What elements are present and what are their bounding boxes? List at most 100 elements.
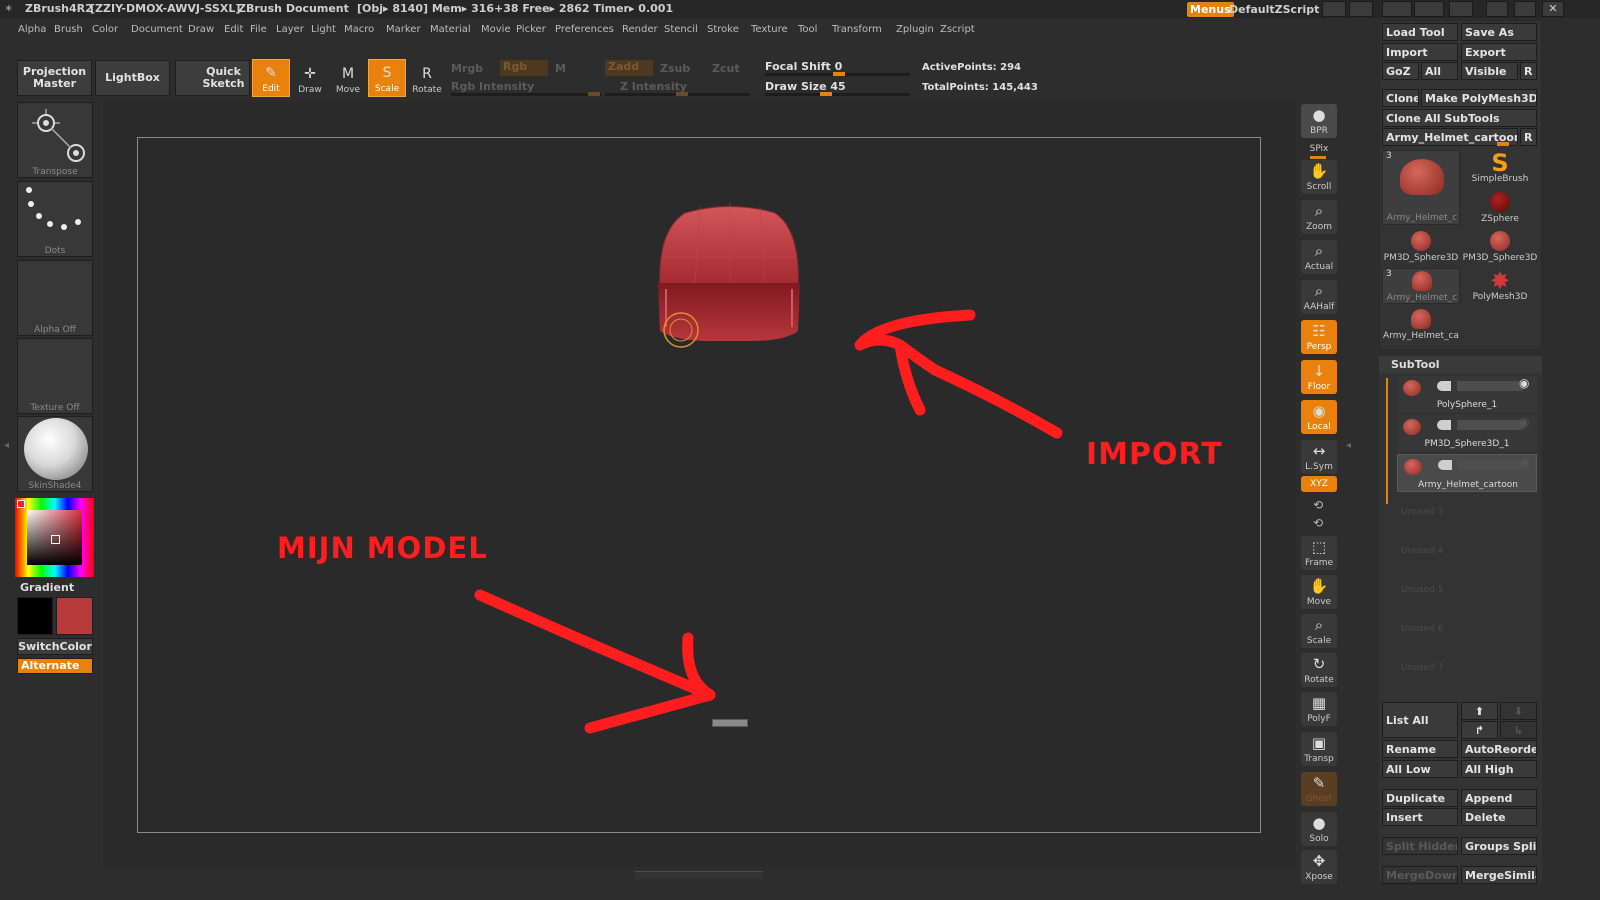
- alternate-button[interactable]: Alternate: [17, 658, 93, 674]
- subtool-toggles[interactable]: [1437, 420, 1525, 430]
- all-high-button[interactable]: All High: [1461, 760, 1537, 778]
- tool-thumb-army-helmet-ca-7[interactable]: Army_Helmet_ca: [1382, 307, 1460, 343]
- menu-stroke[interactable]: Stroke: [707, 24, 739, 35]
- menu-stencil[interactable]: Stencil: [664, 24, 698, 35]
- clone-all-subtools-button[interactable]: Clone All SubTools: [1382, 109, 1537, 127]
- make-polymesh-button[interactable]: Make PolyMesh3D: [1421, 89, 1537, 107]
- merge-down-button[interactable]: MergeDown: [1382, 866, 1458, 884]
- menu-zscript[interactable]: Zscript: [940, 24, 975, 35]
- menu-render[interactable]: Render: [622, 24, 658, 35]
- right-collapse-arrow-icon[interactable]: ◂: [1346, 440, 1354, 470]
- edit-tool-button[interactable]: ✎ Edit: [252, 59, 290, 97]
- layout-toggle-2-icon[interactable]: [1349, 1, 1373, 17]
- unused-subtool-slot[interactable]: Unused 7: [1401, 663, 1444, 673]
- tool-thumb-polymesh3d-6[interactable]: ✸ PolyMesh3D: [1461, 268, 1539, 304]
- menu-tool[interactable]: Tool: [798, 24, 817, 35]
- menu-light[interactable]: Light: [311, 24, 336, 35]
- auto-reorder-button[interactable]: AutoReorder: [1461, 740, 1537, 758]
- stroke-slot[interactable]: Dots: [17, 181, 93, 257]
- subtool-toggles[interactable]: [1438, 460, 1526, 470]
- scale-button[interactable]: ⌕ Scale: [1301, 614, 1337, 648]
- insert-button[interactable]: Insert: [1382, 808, 1458, 826]
- reorder-down-button[interactable]: ↳: [1500, 721, 1537, 739]
- menus-button[interactable]: Menus: [1187, 2, 1234, 17]
- switch-color-button[interactable]: SwitchColor: [17, 638, 93, 655]
- maximize-icon[interactable]: [1514, 1, 1536, 17]
- visibility-eye-icon[interactable]: ◉: [1519, 415, 1529, 429]
- bottom-scroll-handle[interactable]: [635, 871, 763, 879]
- rotate-axis-2-icon[interactable]: ⟲: [1313, 516, 1323, 530]
- menu-movie[interactable]: Movie: [481, 24, 511, 35]
- subtool-toggles[interactable]: [1437, 381, 1525, 391]
- persp-button[interactable]: ☷ Persp: [1301, 320, 1337, 354]
- ghost-button[interactable]: ✎ Ghost: [1301, 772, 1337, 806]
- r-button[interactable]: R: [1520, 62, 1537, 80]
- unused-subtool-slot[interactable]: Unused 3: [1401, 507, 1444, 517]
- xpose-button[interactable]: ✥ Xpose: [1301, 850, 1337, 884]
- secondary-color-swatch[interactable]: [17, 597, 53, 635]
- menu-draw[interactable]: Draw: [188, 24, 214, 35]
- menu-preferences[interactable]: Preferences: [555, 24, 614, 35]
- duplicate-button[interactable]: Duplicate: [1382, 789, 1458, 807]
- move-up-button[interactable]: ⬆: [1461, 702, 1498, 720]
- menu-picker[interactable]: Picker: [516, 24, 546, 35]
- load-tool-button[interactable]: Load Tool: [1382, 23, 1458, 41]
- tool-thumb-pm3d-sphere3d-4[interactable]: PM3D_Sphere3D: [1461, 229, 1539, 265]
- lock-icon[interactable]: [1449, 1, 1473, 17]
- subtool-item[interactable]: ◉ Army_Helmet_cartoon: [1397, 454, 1537, 492]
- menu-marker[interactable]: Marker: [386, 24, 421, 35]
- visibility-eye-icon[interactable]: ◉: [1519, 376, 1529, 390]
- delete-button[interactable]: Delete: [1461, 808, 1537, 826]
- projection-master-button[interactable]: Projection Master: [17, 60, 92, 96]
- move-tool-button[interactable]: M Move: [329, 59, 367, 97]
- menu-zplugin[interactable]: Zplugin: [896, 24, 934, 35]
- local-button[interactable]: ◉ Local: [1301, 400, 1337, 434]
- l-sym-button[interactable]: ↔ L.Sym: [1301, 440, 1337, 474]
- menu-color[interactable]: Color: [92, 24, 118, 35]
- menu-texture[interactable]: Texture: [751, 24, 788, 35]
- move-down-button[interactable]: ⬇: [1500, 702, 1537, 720]
- frame-button[interactable]: ⬚ Frame: [1301, 536, 1337, 570]
- all-button[interactable]: All: [1421, 62, 1458, 80]
- export-button[interactable]: Export: [1461, 43, 1537, 61]
- swap-ui-2-icon[interactable]: [1414, 1, 1444, 17]
- draw-size-slider[interactable]: Draw Size 45: [765, 80, 846, 93]
- m-button[interactable]: M: [555, 62, 566, 75]
- import-button[interactable]: Import: [1382, 43, 1458, 61]
- scale-tool-button[interactable]: S Scale: [368, 59, 406, 97]
- goz-button[interactable]: GoZ: [1382, 62, 1419, 80]
- draw-tool-button[interactable]: ✛ Draw: [291, 59, 329, 97]
- transp-button[interactable]: ▣ Transp: [1301, 732, 1337, 766]
- append-button[interactable]: Append: [1461, 789, 1537, 807]
- rgb-button[interactable]: Rgb: [500, 60, 548, 76]
- lightbox-button[interactable]: LightBox: [95, 60, 170, 96]
- quick-sketch-button[interactable]: Quick Sketch: [175, 60, 250, 96]
- zoom-button[interactable]: ⌕ Zoom: [1301, 200, 1337, 234]
- groups-split-button[interactable]: Groups Split: [1461, 837, 1537, 855]
- gradient-label[interactable]: Gradient: [20, 581, 74, 594]
- menu-file[interactable]: File: [250, 24, 267, 35]
- current-tool-r-button[interactable]: R: [1520, 128, 1537, 146]
- color-picker[interactable]: [15, 498, 94, 577]
- swap-ui-icon[interactable]: [1382, 1, 1412, 17]
- tool-thumb-army-helmet-c-0[interactable]: Army_Helmet_c 3: [1382, 150, 1460, 225]
- zsub-button[interactable]: Zsub: [660, 62, 690, 75]
- scroll-button[interactable]: ✋ Scroll: [1301, 160, 1337, 194]
- xyz-button[interactable]: XYZ: [1301, 476, 1337, 492]
- save-as-button[interactable]: Save As: [1461, 23, 1537, 41]
- actual-button[interactable]: ⌕ Actual: [1301, 240, 1337, 274]
- tool-thumb-pm3d-sphere3d-3[interactable]: PM3D_Sphere3D: [1382, 229, 1460, 265]
- clone-button[interactable]: Clone: [1382, 89, 1419, 107]
- list-all-button[interactable]: List All: [1382, 702, 1458, 738]
- subtool-item[interactable]: ◉ PM3D_Sphere3D_1: [1397, 415, 1537, 451]
- aahalf-button[interactable]: ⌕ AAHalf: [1301, 280, 1337, 314]
- zcut-button[interactable]: Zcut: [712, 62, 740, 75]
- rotate-tool-button[interactable]: R Rotate: [408, 59, 446, 97]
- rgb-intensity-slider[interactable]: Rgb Intensity: [451, 80, 534, 93]
- visibility-eye-icon[interactable]: ◉: [1520, 455, 1530, 469]
- default-zscript[interactable]: DefaultZScript: [1229, 3, 1319, 16]
- menu-document[interactable]: Document: [131, 24, 183, 35]
- merge-similar-button[interactable]: MergeSimilar: [1461, 866, 1537, 884]
- rename-button[interactable]: Rename: [1382, 740, 1458, 758]
- zadd-button[interactable]: Zadd: [605, 60, 653, 76]
